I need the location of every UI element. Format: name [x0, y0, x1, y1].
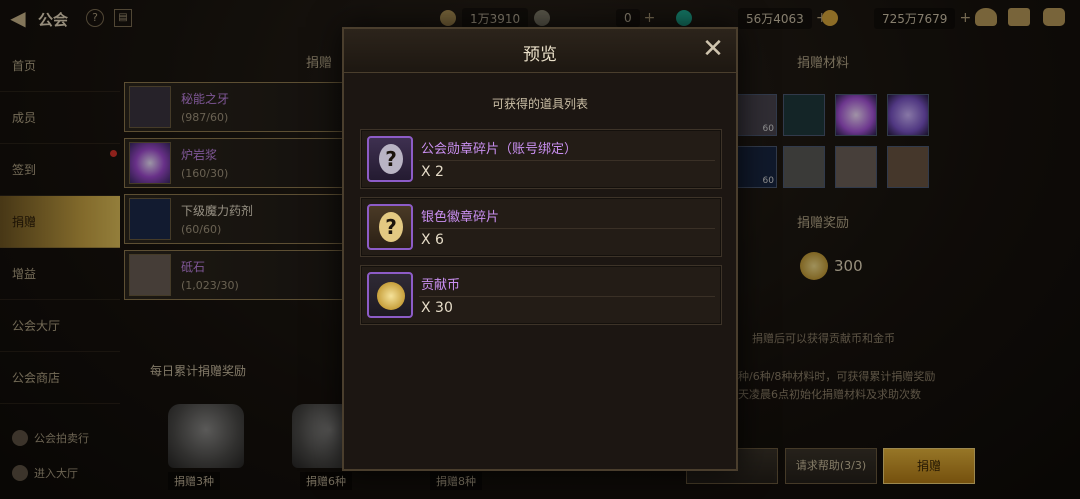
item-divider	[419, 228, 715, 229]
contribution-coin-icon	[367, 272, 413, 318]
item-quantity: X 30	[421, 300, 453, 316]
reward-item-row[interactable]: ? 银色徽章碎片 X 6	[360, 197, 722, 257]
guild-medal-fragment-icon: ?	[367, 136, 413, 182]
modal-header: 预览 ✕	[344, 29, 736, 73]
item-divider	[419, 160, 715, 161]
reward-item-row[interactable]: 贡献币 X 30	[360, 265, 722, 325]
item-name: 贡献币	[421, 278, 461, 293]
preview-modal: 预览 ✕ 可获得的道具列表 ? 公会勋章碎片（账号绑定） X 2 ? 银色徽章碎…	[342, 27, 738, 471]
item-name: 银色徽章碎片	[421, 210, 500, 225]
question-mark-icon: ?	[379, 144, 403, 174]
item-list-title: 可获得的道具列表	[491, 97, 588, 111]
reward-item-row[interactable]: ? 公会勋章碎片（账号绑定） X 2	[360, 129, 722, 189]
item-quantity: X 2	[421, 164, 444, 180]
question-mark-icon: ?	[379, 212, 403, 242]
modal-title: 预览	[523, 45, 557, 65]
item-name: 公会勋章碎片（账号绑定）	[421, 142, 578, 157]
silver-badge-fragment-icon: ?	[367, 204, 413, 250]
item-quantity: X 6	[421, 232, 444, 248]
close-icon[interactable]: ✕	[700, 36, 726, 63]
item-divider	[419, 296, 715, 297]
medal-icon	[377, 282, 405, 310]
